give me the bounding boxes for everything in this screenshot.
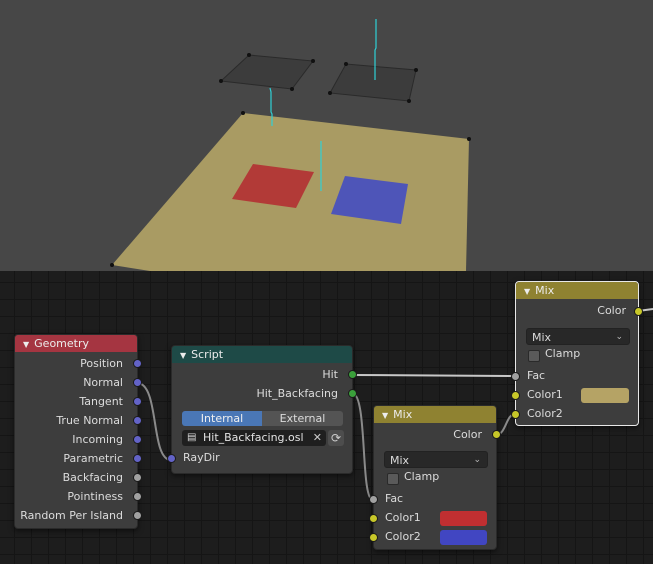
node-title: Geometry [34, 337, 90, 350]
output-incoming: Incoming [72, 433, 123, 446]
dark-plane-left[interactable] [219, 54, 314, 90]
vertex [311, 59, 315, 63]
socket-color-out[interactable] [634, 307, 643, 316]
shader-node-editor[interactable]: ▼ Geometry Position Normal Tangent True N… [0, 271, 653, 564]
input-color1: Color1 [527, 388, 563, 401]
collapse-triangle-icon[interactable]: ▼ [23, 336, 29, 353]
output-hit-backfacing: Hit_Backfacing [256, 387, 338, 400]
output-normal: Normal [83, 376, 123, 389]
vertex [110, 263, 114, 267]
input-color2: Color2 [385, 530, 421, 543]
node-header[interactable]: ▼ Geometry [15, 335, 137, 352]
blend-mode-dropdown[interactable]: Mix ⌄ [384, 451, 488, 468]
vertex [344, 62, 348, 66]
vertex [467, 137, 471, 141]
blend-mode-value: Mix [532, 331, 552, 344]
vertex [328, 91, 332, 95]
reload-icon: ⟳ [330, 431, 342, 445]
viewport-scene [110, 19, 471, 271]
input-fac: Fac [385, 492, 404, 505]
socket-color1[interactable] [369, 514, 378, 523]
socket-incoming[interactable] [133, 435, 142, 444]
collapse-triangle-icon[interactable]: ▼ [180, 347, 186, 364]
text-file-icon: ▤ [187, 432, 197, 443]
socket-hit-backfacing[interactable] [348, 389, 357, 398]
socket-color2[interactable] [369, 533, 378, 542]
mix-node-inner[interactable]: ▼ Mix Color Mix ⌄ Clamp Fac Color1 Color2 [369, 405, 501, 550]
clear-icon[interactable]: ✕ [313, 430, 322, 446]
blend-mode-value: Mix [390, 454, 410, 467]
reload-script-button[interactable]: ⟳ [328, 430, 344, 446]
input-fac: Fac [527, 369, 546, 382]
color1-swatch[interactable] [440, 511, 487, 526]
clamp-checkbox[interactable] [528, 350, 540, 362]
output-position: Position [80, 357, 123, 370]
output-random-per-island: Random Per Island [20, 509, 123, 522]
socket-parametric[interactable] [133, 454, 142, 463]
node-title: Mix [535, 284, 555, 297]
script-file-field[interactable]: ▤ Hit_Backfacing.osl ✕ [182, 430, 326, 446]
script-node[interactable]: ▼ Script Hit Hit_Backfacing Internal Exte… [167, 345, 357, 474]
socket-normal[interactable] [133, 378, 142, 387]
output-color: Color [453, 428, 482, 441]
output-color: Color [597, 304, 626, 317]
vertex [407, 99, 411, 103]
output-tangent: Tangent [79, 395, 123, 408]
node-header[interactable]: ▼ Mix [516, 282, 638, 299]
link-hit-to-fac [351, 374, 516, 377]
blend-mode-dropdown[interactable]: Mix ⌄ [526, 328, 630, 345]
socket-color1[interactable] [511, 391, 520, 400]
socket-position[interactable] [133, 359, 142, 368]
mix-node-outer[interactable]: ▼ Mix Color Mix ⌄ Clamp Fac Color1 Color2 [511, 281, 643, 426]
socket-pointiness[interactable] [133, 492, 142, 501]
output-backfacing: Backfacing [62, 471, 123, 484]
output-true-normal: True Normal [56, 414, 123, 427]
node-title: Script [191, 348, 224, 361]
input-color1: Color1 [385, 511, 421, 524]
socket-raydir[interactable] [167, 454, 176, 463]
vertex [219, 79, 223, 83]
clamp-label: Clamp [404, 470, 440, 483]
socket-hit[interactable] [348, 370, 357, 379]
color1-swatch[interactable] [581, 388, 629, 403]
link-normal-to-raydir [136, 382, 172, 461]
vertex [414, 68, 418, 72]
mode-external-button[interactable]: External [262, 411, 343, 426]
socket-random-per-island[interactable] [133, 511, 142, 520]
socket-color-out[interactable] [492, 430, 501, 439]
output-parametric: Parametric [63, 452, 123, 465]
3d-viewport[interactable] [0, 0, 653, 271]
collapse-triangle-icon[interactable]: ▼ [524, 283, 530, 300]
collapse-triangle-icon[interactable]: ▼ [382, 407, 388, 424]
vertex [290, 87, 294, 91]
dark-plane-right[interactable] [329, 63, 417, 102]
chevron-down-icon: ⌄ [473, 455, 481, 465]
node-title: Mix [393, 408, 413, 421]
color2-swatch[interactable] [440, 530, 487, 545]
clamp-label: Clamp [545, 347, 581, 360]
socket-tangent[interactable] [133, 397, 142, 406]
script-filename: Hit_Backfacing.osl [203, 431, 304, 444]
vertex [247, 53, 251, 57]
socket-color2[interactable] [511, 410, 520, 419]
vertex [241, 111, 245, 115]
node-header[interactable]: ▼ Mix [374, 406, 496, 423]
socket-true-normal[interactable] [133, 416, 142, 425]
node-header[interactable]: ▼ Script [172, 346, 352, 363]
link-backfacing-to-fac [351, 392, 374, 501]
chevron-down-icon: ⌄ [615, 332, 623, 342]
output-hit: Hit [322, 368, 338, 381]
socket-fac[interactable] [369, 495, 378, 504]
input-raydir: RayDir [183, 451, 220, 464]
socket-fac[interactable] [511, 372, 520, 381]
clamp-checkbox[interactable] [387, 473, 399, 485]
socket-backfacing[interactable] [133, 473, 142, 482]
output-pointiness: Pointiness [67, 490, 123, 503]
mode-internal-button[interactable]: Internal [182, 411, 262, 426]
geometry-node[interactable]: ▼ Geometry Position Normal Tangent True N… [14, 334, 142, 529]
input-color2: Color2 [527, 407, 563, 420]
